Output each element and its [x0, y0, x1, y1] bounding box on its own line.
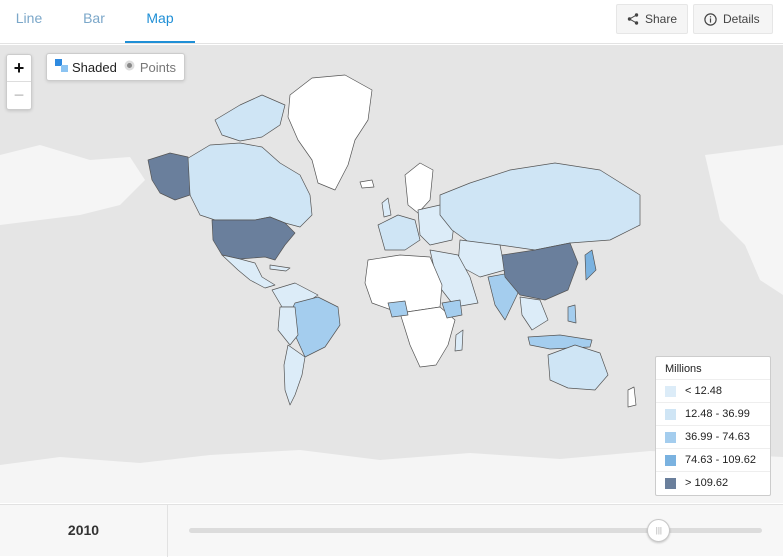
- share-icon: [627, 13, 639, 25]
- legend-item: 36.99 - 74.63: [656, 425, 770, 448]
- details-button[interactable]: Details: [693, 4, 773, 34]
- legend-swatch: [665, 454, 676, 466]
- timeline-track[interactable]: [189, 528, 762, 533]
- country-canada-islands: [214, 94, 286, 142]
- zoom-control: + −: [6, 54, 32, 110]
- points-option[interactable]: Points: [123, 59, 176, 75]
- year-label: 2010: [0, 505, 168, 557]
- legend-label: 36.99 - 74.63: [685, 431, 750, 443]
- legend-label: > 109.62: [685, 477, 729, 489]
- points-icon: [123, 59, 136, 75]
- tab-line[interactable]: Line: [0, 0, 58, 43]
- country-new-zealand: [627, 386, 637, 408]
- country-iceland: [359, 179, 375, 189]
- share-button[interactable]: Share: [616, 4, 688, 34]
- zoom-out-button[interactable]: −: [7, 82, 31, 109]
- legend-swatch: [665, 431, 676, 443]
- legend-label: < 12.48: [685, 385, 723, 397]
- country-mexico: [221, 254, 276, 289]
- country-philippines: [567, 304, 577, 324]
- country-canada: [184, 142, 313, 228]
- country-uk: [381, 197, 392, 218]
- legend-item: > 109.62: [656, 471, 770, 494]
- share-label: Share: [645, 12, 678, 26]
- country-cuba: [269, 264, 291, 272]
- country-argentina: [283, 344, 306, 406]
- legend-item: < 12.48: [656, 379, 770, 402]
- country-usa: [211, 216, 296, 261]
- top-bar: Line Bar Map Share Details: [0, 0, 783, 44]
- country-nigeria: [387, 300, 409, 318]
- country-alaska: [147, 152, 191, 201]
- legend-swatch: [665, 385, 676, 397]
- country-southeast-asia: [519, 296, 549, 331]
- country-peru: [277, 306, 299, 346]
- legend-swatch: [665, 408, 676, 420]
- legend-item: 74.63 - 109.62: [656, 448, 770, 471]
- details-label: Details: [723, 12, 760, 26]
- legend-item: 12.48 - 36.99: [656, 402, 770, 425]
- country-japan: [584, 249, 597, 281]
- country-russia: [439, 162, 641, 251]
- land-east-edge: [705, 145, 783, 295]
- country-australia: [547, 344, 609, 391]
- legend-title: Millions: [665, 363, 702, 375]
- tab-map[interactable]: Map: [125, 0, 195, 43]
- map-mode-toggle: Shaded Points: [46, 53, 185, 81]
- shaded-option[interactable]: Shaded: [55, 59, 117, 75]
- info-icon: [704, 12, 717, 26]
- timeline-bar: 2010 |||: [0, 504, 783, 557]
- country-greenland: [287, 74, 373, 191]
- land-west-edge: [0, 145, 145, 225]
- legend-label: 74.63 - 109.62: [685, 454, 756, 466]
- country-scandinavia: [404, 162, 434, 214]
- timeline-slider-handle[interactable]: |||: [647, 519, 671, 542]
- map-legend: Millions < 12.48 12.48 - 36.99 36.99 - 7…: [655, 356, 771, 496]
- zoom-in-button[interactable]: +: [7, 55, 31, 82]
- shaded-label: Shaded: [72, 59, 117, 75]
- points-label: Points: [139, 59, 176, 75]
- country-western-europe: [377, 214, 421, 251]
- world-map[interactable]: + − Shaded Points Millions < 12.48 12.48…: [0, 45, 783, 503]
- legend-swatch: [665, 477, 676, 489]
- shaded-icon: [55, 59, 68, 75]
- legend-label: 12.48 - 36.99: [685, 408, 750, 420]
- country-madagascar: [454, 329, 464, 352]
- tab-bar[interactable]: Bar: [66, 0, 122, 43]
- country-indonesia: [527, 334, 593, 350]
